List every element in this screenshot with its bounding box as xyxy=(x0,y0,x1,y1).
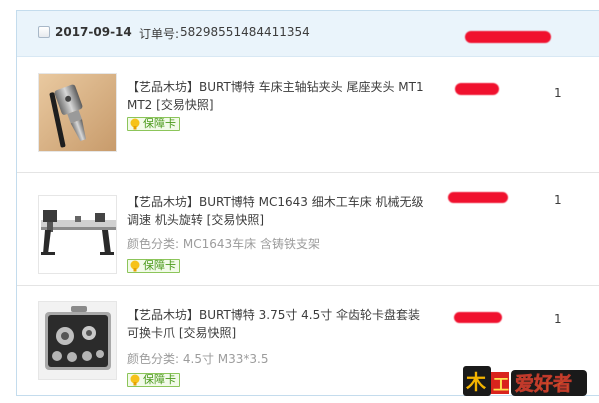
guarantee-label: 保障卡 xyxy=(143,373,176,386)
sku-label: 颜色分类: xyxy=(127,352,180,366)
redaction-mark xyxy=(448,192,508,203)
drill-chuck-image xyxy=(39,74,116,151)
product-title[interactable]: 【艺品木坊】BURT博特 3.75寸 4.5寸 伞齿轮卡盘套装 可换卡爪 [交易… xyxy=(127,306,425,342)
item-quantity: 1 xyxy=(554,312,562,326)
sku-label: 颜色分类: xyxy=(127,237,180,251)
redaction-mark xyxy=(455,83,499,95)
order-item: 【艺品木坊】BURT博特 MC1643 细木工车床 机械无级调速 机头旋转 [交… xyxy=(17,173,599,286)
guarantee-label: 保障卡 xyxy=(143,117,176,130)
svg-text:工: 工 xyxy=(493,375,509,394)
guarantee-label: 保障卡 xyxy=(143,259,176,272)
product-image[interactable] xyxy=(38,195,117,274)
order-number-label: 订单号: xyxy=(139,27,180,41)
item-quantity: 1 xyxy=(554,86,562,100)
woodworker-logo-watermark: 木 工 爱好者 xyxy=(463,366,587,396)
product-title-text[interactable]: 【艺品木坊】BURT博特 MC1643 细木工车床 机械无级调速 机头旋转 xyxy=(127,195,424,227)
guarantee-icon xyxy=(130,260,140,272)
order-date: 2017-09-14 xyxy=(55,25,132,39)
redaction-mark xyxy=(465,31,551,43)
wood-lathe-image xyxy=(39,196,116,273)
order-item: 【艺品木坊】BURT博特 车床主轴钻夹头 尾座夹头 MT1 MT2 [交易快照]… xyxy=(17,58,599,173)
product-title-text[interactable]: 【艺品木坊】BURT博特 3.75寸 4.5寸 伞齿轮卡盘套装 可换卡爪 xyxy=(127,308,420,340)
product-sku: 颜色分类: MC1643车床 含铸铁支架 xyxy=(127,235,320,252)
snapshot-link[interactable]: [交易快照] xyxy=(207,213,264,227)
product-title[interactable]: 【艺品木坊】BURT博特 车床主轴钻夹头 尾座夹头 MT1 MT2 [交易快照] xyxy=(127,78,425,114)
guarantee-card-badge[interactable]: 保障卡 xyxy=(127,259,180,273)
product-image[interactable] xyxy=(38,301,117,380)
order-header: 2017-09-14 订单号: 58298551484411354 xyxy=(17,11,599,57)
order-card: 2017-09-14 订单号: 58298551484411354 【艺品木坊】… xyxy=(16,10,599,396)
order-number: 58298551484411354 xyxy=(180,25,310,39)
guarantee-icon xyxy=(130,374,140,386)
snapshot-link[interactable]: [交易快照] xyxy=(156,98,213,112)
guarantee-icon xyxy=(130,118,140,130)
chuck-set-image xyxy=(39,302,116,379)
item-quantity: 1 xyxy=(554,193,562,207)
guarantee-card-badge[interactable]: 保障卡 xyxy=(127,117,180,131)
product-title[interactable]: 【艺品木坊】BURT博特 MC1643 细木工车床 机械无级调速 机头旋转 [交… xyxy=(127,193,425,229)
guarantee-card-badge[interactable]: 保障卡 xyxy=(127,373,180,387)
sku-value: 4.5寸 M33*3.5 xyxy=(182,352,269,366)
svg-text:木: 木 xyxy=(465,370,487,394)
redaction-mark xyxy=(454,312,502,323)
product-image[interactable] xyxy=(38,73,117,152)
order-select-checkbox[interactable] xyxy=(38,26,50,38)
snapshot-link[interactable]: [交易快照] xyxy=(179,326,236,340)
product-sku: 颜色分类: 4.5寸 M33*3.5 xyxy=(127,350,268,367)
sku-value: MC1643车床 含铸铁支架 xyxy=(182,237,320,251)
svg-text:爱好者: 爱好者 xyxy=(515,372,572,395)
